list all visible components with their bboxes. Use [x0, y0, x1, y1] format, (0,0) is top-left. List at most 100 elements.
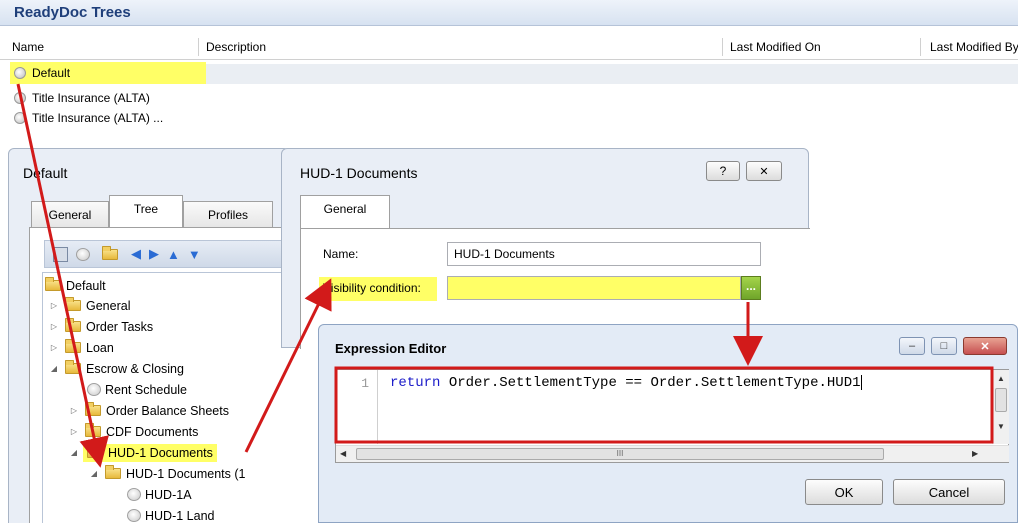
folder-icon: [65, 339, 81, 353]
document-icon[interactable]: [76, 247, 90, 261]
arrow-left-icon[interactable]: ◀: [131, 246, 141, 262]
scroll-down-icon[interactable]: ▼: [997, 422, 1005, 431]
folder-icon: [85, 423, 101, 437]
folder-open-icon: [105, 465, 121, 479]
tree-node-escrow-closing[interactable]: ◢ Escrow & Closing: [49, 358, 184, 379]
panel-title-bar: ReadyDoc Trees: [0, 0, 1018, 26]
tree-node-order-balance-sheets[interactable]: ▷ Order Balance Sheets: [69, 400, 229, 421]
close-button[interactable]: ✕: [963, 337, 1007, 355]
table-row-title-insurance-2[interactable]: Title Insurance (ALTA) ...: [10, 108, 163, 128]
folder-icon[interactable]: [102, 245, 118, 260]
expand-icon[interactable]: ▷: [49, 322, 59, 331]
column-header-last-modified-on[interactable]: Last Modified On: [730, 40, 821, 54]
expression-editor-window: Expression Editor – □ ✕ 1 return Order.S…: [318, 324, 1018, 523]
folder-icon: [65, 297, 81, 311]
visibility-condition-input[interactable]: [447, 276, 741, 300]
tree-node-hud1a[interactable]: HUD-1A: [127, 484, 192, 505]
panel-title: ReadyDoc Trees: [14, 4, 131, 21]
help-button[interactable]: ?: [706, 161, 740, 181]
ok-button[interactable]: OK: [805, 479, 883, 505]
vertical-scrollbar[interactable]: ▲ ▼: [992, 370, 1009, 444]
row-name: Title Insurance (ALTA): [32, 91, 150, 105]
ellipsis-button[interactable]: ...: [741, 276, 761, 300]
folder-open-icon: [87, 444, 103, 458]
window-title: Default: [23, 165, 68, 181]
close-icon: ✕: [759, 165, 769, 178]
tree-node-order-tasks[interactable]: ▷ Order Tasks: [49, 316, 153, 337]
scroll-right-icon[interactable]: ▶: [972, 449, 978, 458]
arrow-down-icon[interactable]: ▼: [188, 247, 201, 262]
tree-node-rent-schedule[interactable]: Rent Schedule: [87, 379, 187, 400]
row-name: Title Insurance (ALTA) ...: [32, 111, 164, 125]
tree-node-default[interactable]: Default: [45, 275, 106, 296]
scroll-thumb[interactable]: [995, 388, 1007, 412]
table-row-default[interactable]: Default: [10, 62, 206, 84]
column-header-row: Name Description Last Modified On Last M…: [0, 36, 1018, 60]
document-tree-icon: [14, 112, 26, 124]
tree-view: Default ▷ General ▷ Order Tasks ▷ Loan ◢ Esc…: [42, 272, 292, 523]
code-expression: Order.SettlementType == Order.Settlement…: [440, 375, 861, 392]
document-tree-icon: [14, 67, 26, 79]
dialog-title: HUD-1 Documents: [300, 165, 418, 181]
column-divider: [920, 38, 921, 56]
column-header-last-modified-by[interactable]: Last Modified By: [930, 40, 1018, 54]
maximize-icon: □: [940, 340, 948, 352]
document-icon: [87, 383, 101, 396]
scroll-left-icon[interactable]: ◀: [340, 449, 346, 458]
expand-icon[interactable]: ▷: [49, 301, 59, 310]
scroll-thumb[interactable]: III: [356, 448, 884, 460]
code-keyword: return: [390, 375, 441, 392]
arrow-up-icon[interactable]: ▲: [167, 247, 180, 262]
tab-general[interactable]: General: [31, 201, 109, 227]
code-editor[interactable]: 1 return Order.SettlementType == Order.S…: [335, 369, 1009, 463]
column-header-name[interactable]: Name: [12, 40, 44, 54]
tree-node-hud1-documents[interactable]: ◢ HUD-1 Documents: [69, 442, 217, 463]
column-header-description[interactable]: Description: [206, 40, 266, 54]
column-divider: [722, 38, 723, 56]
selected-row-band: [206, 64, 1018, 84]
expand-icon[interactable]: ▷: [69, 427, 79, 436]
expand-icon[interactable]: ▷: [49, 343, 59, 352]
line-number-gutter: 1: [336, 370, 378, 444]
tab-content: ◀ ▶ ▲ ▼ Default ▷ General ▷ Order Tasks ▷ L…: [29, 227, 292, 523]
scroll-up-icon[interactable]: ▲: [997, 374, 1005, 383]
name-input[interactable]: HUD-1 Documents: [447, 242, 761, 266]
visibility-condition-label: Visibility condition:: [319, 277, 437, 301]
text-cursor: [860, 375, 862, 390]
editor-title: Expression Editor: [335, 341, 447, 356]
tree-node-loan[interactable]: ▷ Loan: [49, 337, 114, 358]
code-line[interactable]: return Order.SettlementType == Order.Set…: [390, 375, 862, 391]
tab-general[interactable]: General: [300, 195, 390, 229]
tree-node-general[interactable]: ▷ General: [49, 295, 130, 316]
document-tree-icon: [14, 92, 26, 104]
tab-profiles[interactable]: Profiles: [183, 201, 273, 227]
column-divider: [198, 38, 199, 56]
cancel-button[interactable]: Cancel: [893, 479, 1005, 505]
screenshot-root: ReadyDoc Trees Name Description Last Mod…: [0, 0, 1018, 523]
maximize-button[interactable]: □: [931, 337, 957, 355]
collapse-icon[interactable]: ◢: [69, 448, 79, 457]
arrow-right-icon[interactable]: ▶: [149, 246, 159, 262]
document-icon: [127, 488, 141, 501]
collapse-icon[interactable]: ◢: [89, 469, 99, 478]
tree-node-hud1-documents-sub[interactable]: ◢ HUD-1 Documents (1: [89, 463, 245, 484]
tree-node-cdf-documents[interactable]: ▷ CDF Documents: [69, 421, 198, 442]
readydoc-trees-panel: ReadyDoc Trees Name Description Last Mod…: [0, 0, 1018, 160]
folder-icon: [85, 402, 101, 416]
hud1-documents-dialog: HUD-1 Documents ? ✕ General Name: HUD-1 …: [281, 148, 810, 349]
tab-tree[interactable]: Tree: [109, 195, 183, 229]
minimize-button[interactable]: –: [899, 337, 925, 355]
name-label: Name:: [323, 247, 359, 261]
expand-icon[interactable]: ▷: [69, 406, 79, 415]
document-icon: [127, 509, 141, 522]
properties-icon[interactable]: [53, 246, 68, 262]
window-controls: – □ ✕: [899, 337, 1007, 355]
line-number: 1: [361, 376, 369, 391]
horizontal-scrollbar[interactable]: ◀ III ▶: [336, 445, 1009, 462]
collapse-icon[interactable]: ◢: [49, 364, 59, 373]
close-icon: ✕: [980, 340, 990, 353]
table-row-title-insurance[interactable]: Title Insurance (ALTA): [10, 88, 150, 108]
tree-node-hud1-land[interactable]: HUD-1 Land: [127, 505, 214, 523]
row-name: Default: [32, 66, 71, 80]
close-button[interactable]: ✕: [746, 161, 782, 181]
